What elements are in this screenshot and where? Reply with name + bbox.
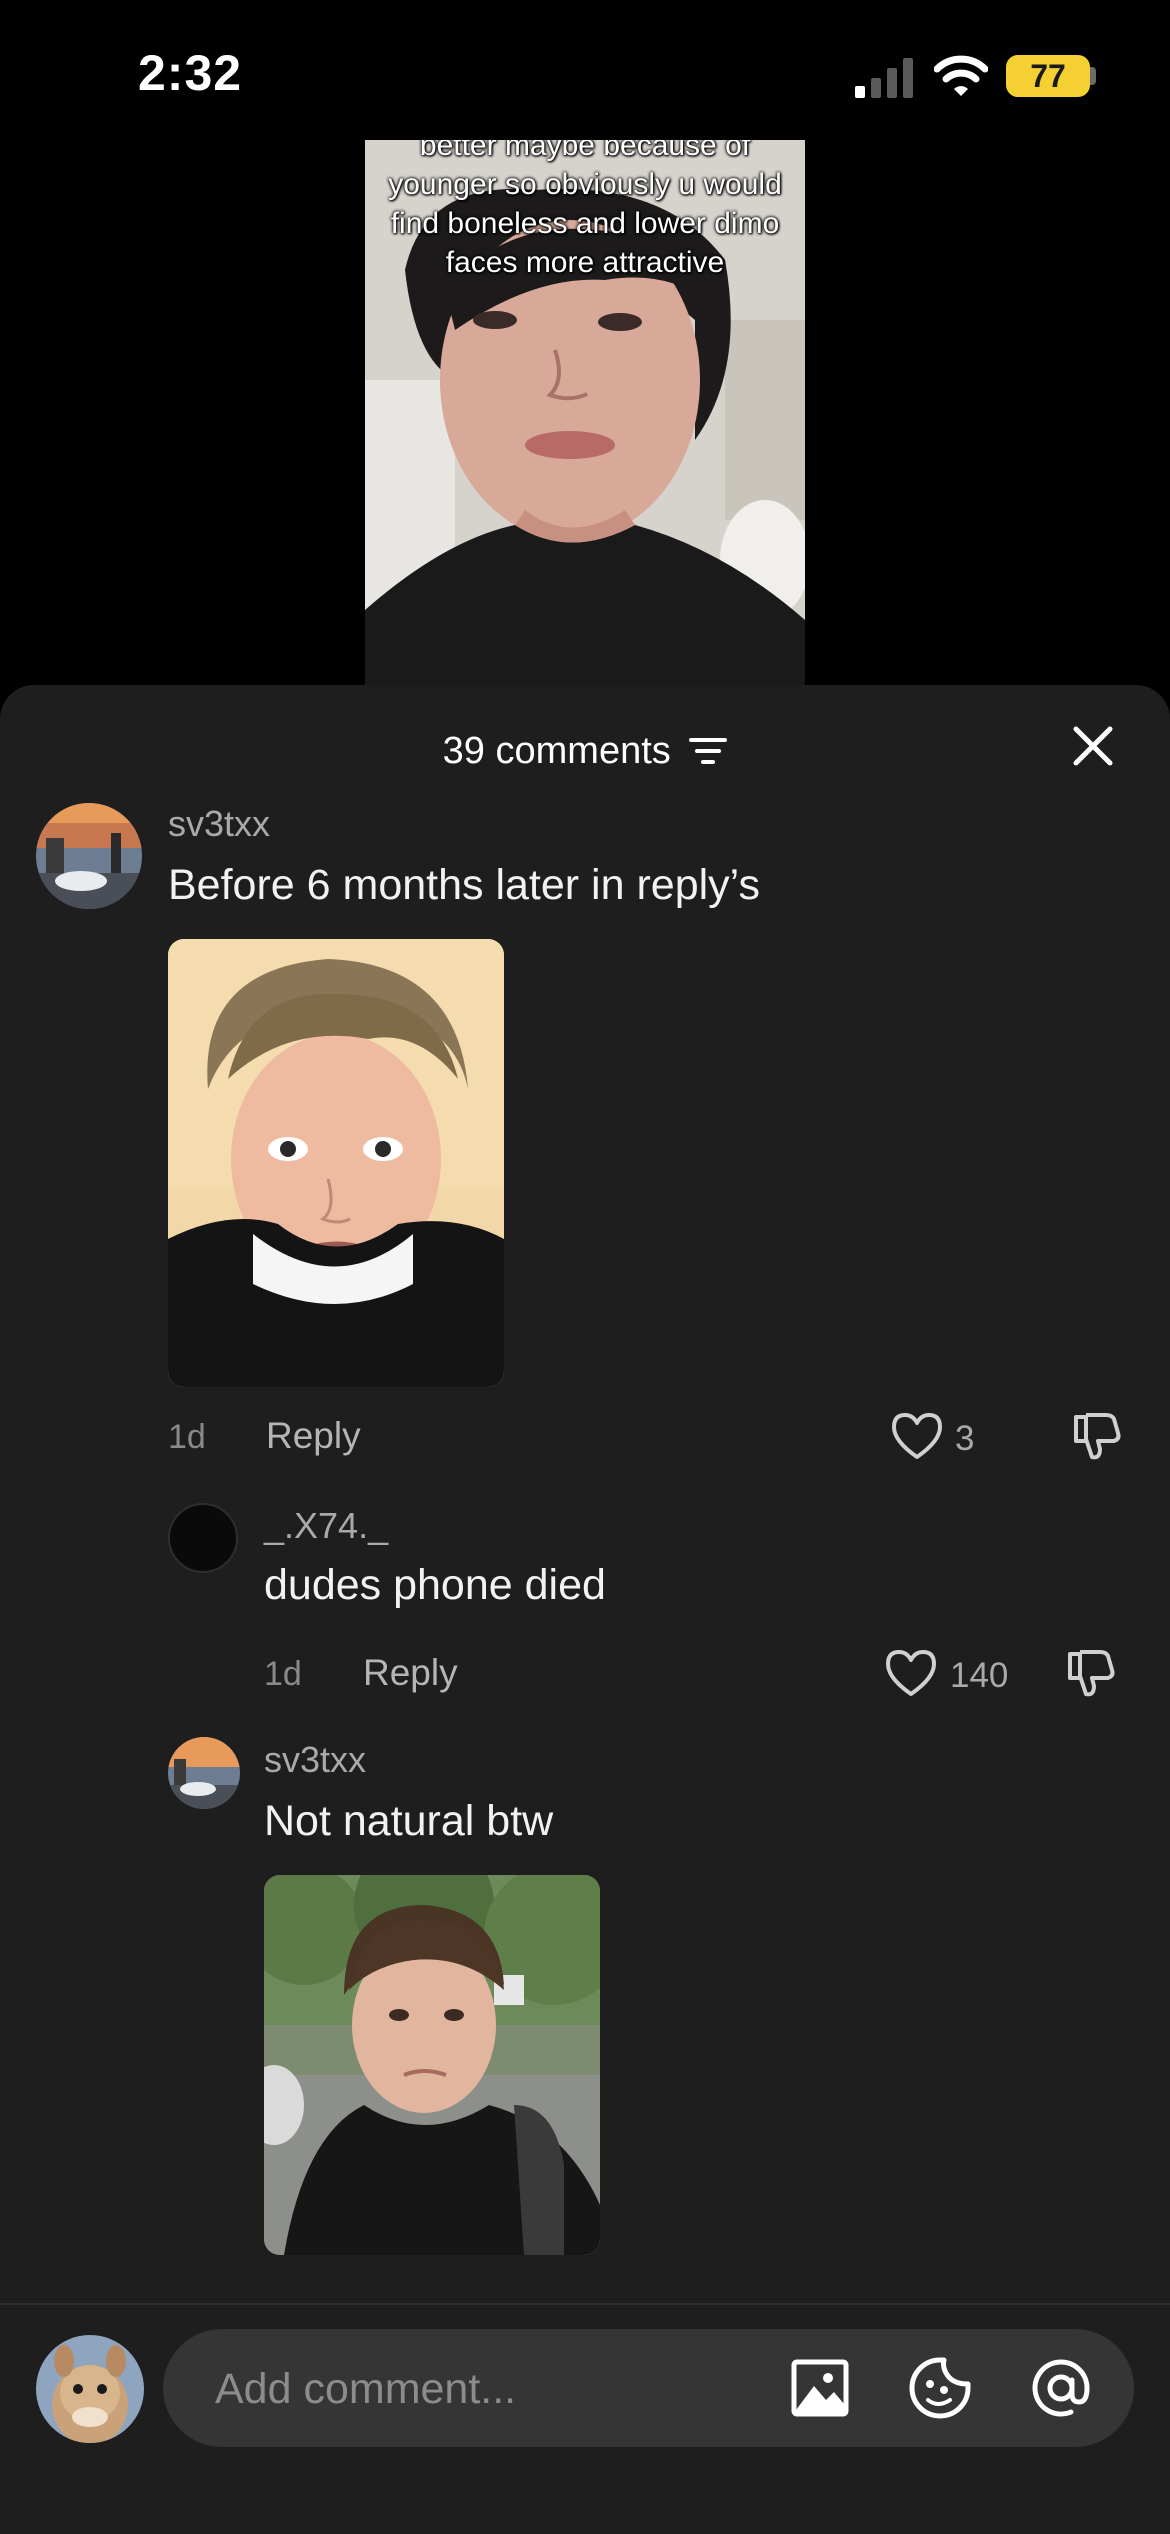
comment-text: dudes phone died — [264, 1561, 606, 1609]
status-bar: 2:32 77 — [0, 0, 1170, 140]
comments-count: 39 comments — [442, 729, 671, 772]
video-thumbnail[interactable]: better maybe because of younger so obvio… — [365, 140, 805, 685]
comment-text: Before 6 months later in reply’s — [168, 861, 760, 909]
sort-filter-icon[interactable] — [689, 736, 728, 766]
comment-time: 1d — [264, 1655, 302, 1693]
comment-username[interactable]: sv3txx — [264, 1739, 366, 1781]
comment-input-container[interactable] — [163, 2329, 1134, 2449]
wifi-icon — [934, 55, 988, 96]
current-user-avatar[interactable] — [36, 2335, 144, 2443]
video-caption: better maybe because of younger so obvio… — [388, 140, 782, 279]
comment-input[interactable] — [213, 2329, 817, 2449]
comments-sheet: 39 comments sv3txx Before 6 months later… — [0, 685, 1170, 2532]
close-icon[interactable] — [1068, 721, 1118, 771]
avatar[interactable] — [168, 1503, 238, 1573]
cellular-signal-icon — [855, 58, 913, 98]
comment-image[interactable] — [264, 1875, 600, 2255]
dislike-icon[interactable] — [1064, 1646, 1118, 1700]
avatar[interactable] — [36, 803, 142, 909]
like-count: 3 — [955, 1419, 975, 1458]
status-time: 2:32 — [138, 45, 243, 101]
like-count: 140 — [950, 1656, 1009, 1695]
avatar[interactable] — [168, 1737, 240, 1809]
comment-username[interactable]: sv3txx — [168, 803, 270, 845]
mention-icon[interactable] — [1029, 2356, 1093, 2420]
emoji-sticker-icon[interactable] — [908, 2356, 972, 2420]
reply-button[interactable]: Reply — [363, 1652, 458, 1694]
comment-text: Not natural btw — [264, 1797, 554, 1845]
reply-button[interactable]: Reply — [266, 1415, 361, 1457]
image-icon[interactable] — [788, 2356, 852, 2420]
comment-input-bar — [0, 2303, 1170, 2534]
battery-indicator: 77 — [1006, 55, 1090, 97]
heart-icon[interactable] — [890, 1411, 944, 1461]
dislike-icon[interactable] — [1070, 1409, 1124, 1463]
comment-username[interactable]: _.X74._ — [264, 1505, 388, 1547]
video-area[interactable]: better maybe because of younger so obvio… — [0, 140, 1170, 685]
comment-time: 1d — [168, 1418, 206, 1456]
heart-icon[interactable] — [884, 1648, 938, 1698]
battery-nub — [1090, 67, 1096, 85]
comments-header: 39 comments — [0, 723, 1170, 777]
comment-image[interactable] — [168, 939, 504, 1387]
